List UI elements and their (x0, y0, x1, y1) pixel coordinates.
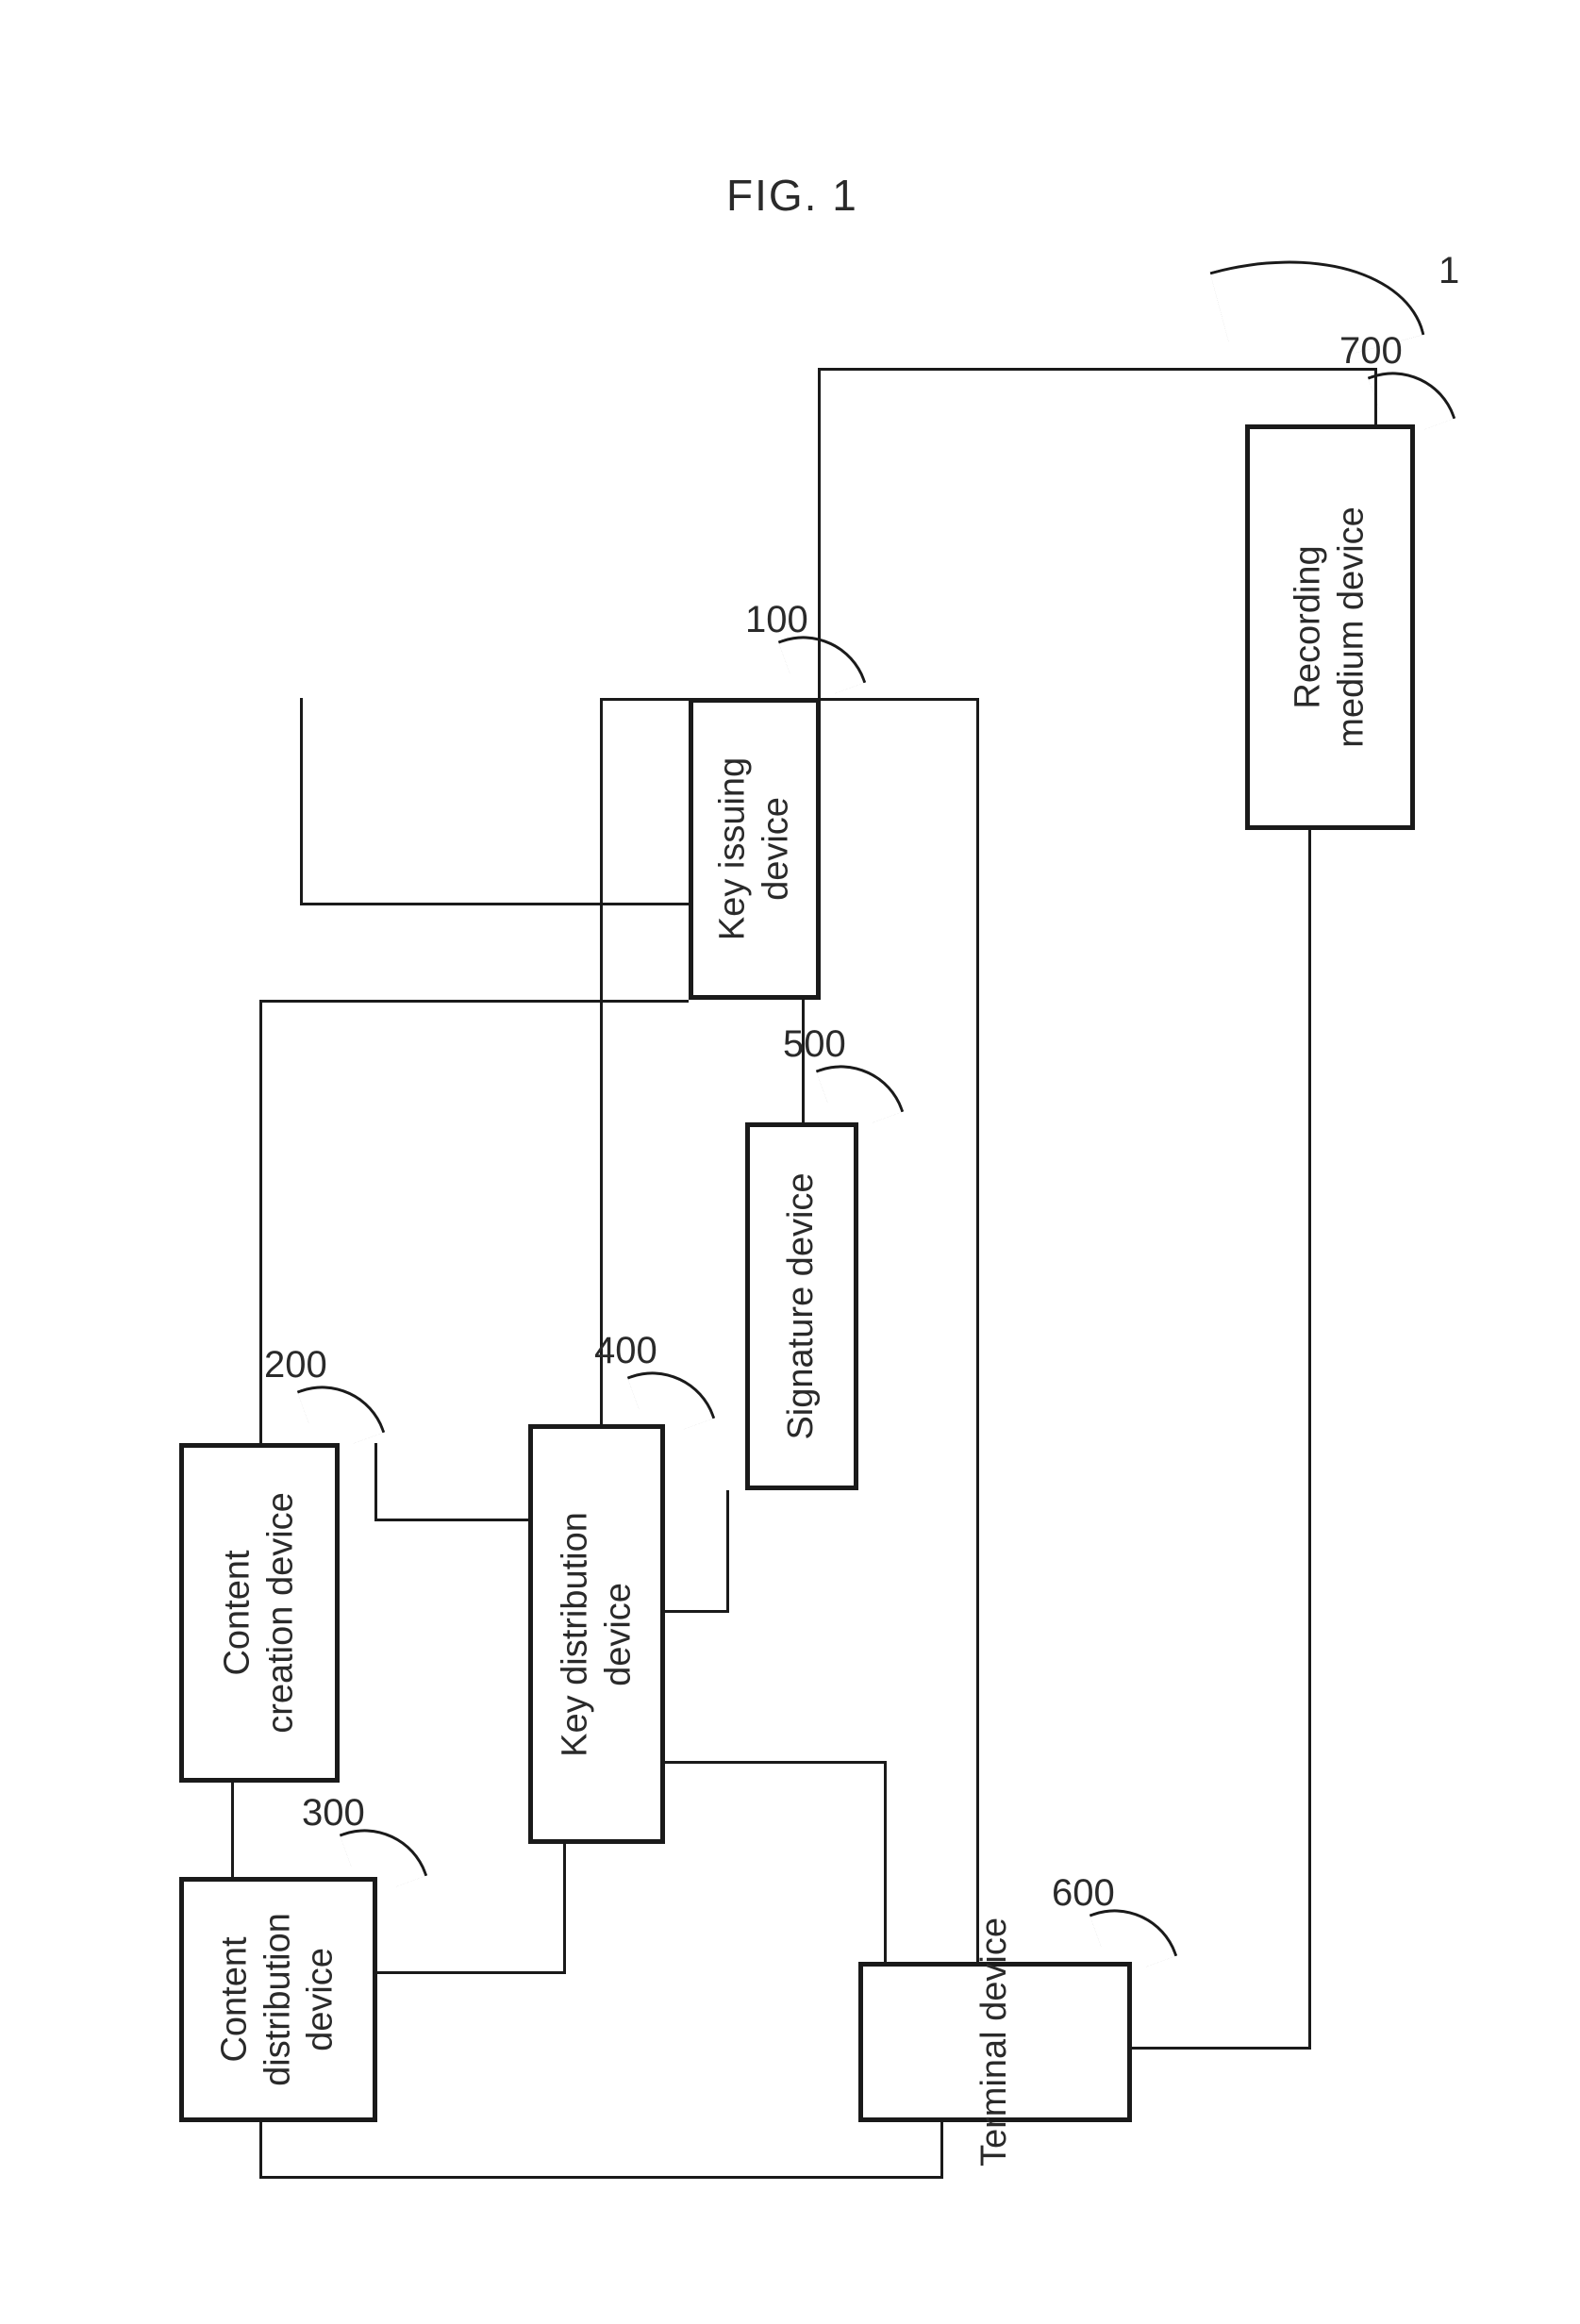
label-content-creation: Content creation device (216, 1492, 302, 1734)
text: Signature device (781, 1172, 821, 1439)
label-content-distribution: Content distribution device (214, 1913, 343, 2086)
ref-300: 300 (302, 1792, 365, 1834)
text: Content distribution device (215, 1913, 341, 2086)
conn (563, 1842, 566, 1974)
text: Recording medium device (1288, 506, 1371, 748)
label-recording-medium: Recording medium device (1287, 506, 1372, 748)
conn (377, 1971, 566, 1974)
box-signature: Signature device (745, 1122, 858, 1490)
ref-700: 700 (1339, 330, 1403, 373)
conn (600, 698, 689, 701)
ref-system: 1 (1439, 250, 1459, 292)
conn (660, 1610, 729, 1613)
box-content-creation: Content creation device (179, 1443, 340, 1783)
box-key-issuing: Key issuing device (689, 698, 821, 1000)
text: Key distribution device (555, 1512, 638, 1757)
conn (374, 1443, 377, 1521)
ref-400: 400 (594, 1330, 657, 1372)
conn (300, 903, 689, 905)
conn (1132, 2047, 1311, 2050)
conn (976, 698, 979, 1962)
conn (821, 698, 979, 701)
figure-page: FIG. 1 1 Key issuing device (0, 0, 1580, 2324)
conn (259, 1000, 689, 1003)
conn (600, 698, 603, 1424)
conn (259, 2176, 943, 2179)
box-recording-medium: Recording medium device (1245, 424, 1415, 830)
label-terminal: Terminal device (973, 1917, 1017, 2166)
ref-500: 500 (783, 1023, 846, 1066)
conn (821, 368, 1377, 371)
conn (259, 1000, 262, 1443)
label-signature: Signature device (780, 1172, 823, 1439)
box-content-distribution: Content distribution device (179, 1877, 377, 2122)
conn (300, 698, 303, 905)
conn (660, 1761, 887, 1764)
conn (259, 2122, 262, 2179)
conn (231, 1783, 234, 1877)
text: Content creation device (217, 1492, 300, 1734)
box-terminal: Terminal device (858, 1962, 1132, 2122)
box-key-distribution: Key distribution device (528, 1424, 665, 1844)
figure-title: FIG. 1 (726, 170, 858, 221)
label-key-issuing: Key issuing device (711, 757, 797, 940)
text: Terminal device (974, 1917, 1014, 2166)
ref-600: 600 (1052, 1872, 1115, 1915)
conn (884, 1761, 887, 1962)
text: Key issuing device (712, 757, 795, 940)
label-key-distribution: Key distribution device (554, 1512, 640, 1757)
conn (1308, 830, 1311, 2050)
ref-100: 100 (745, 599, 808, 641)
conn (940, 2122, 943, 2179)
conn (726, 1490, 729, 1613)
ref-200: 200 (264, 1344, 327, 1386)
